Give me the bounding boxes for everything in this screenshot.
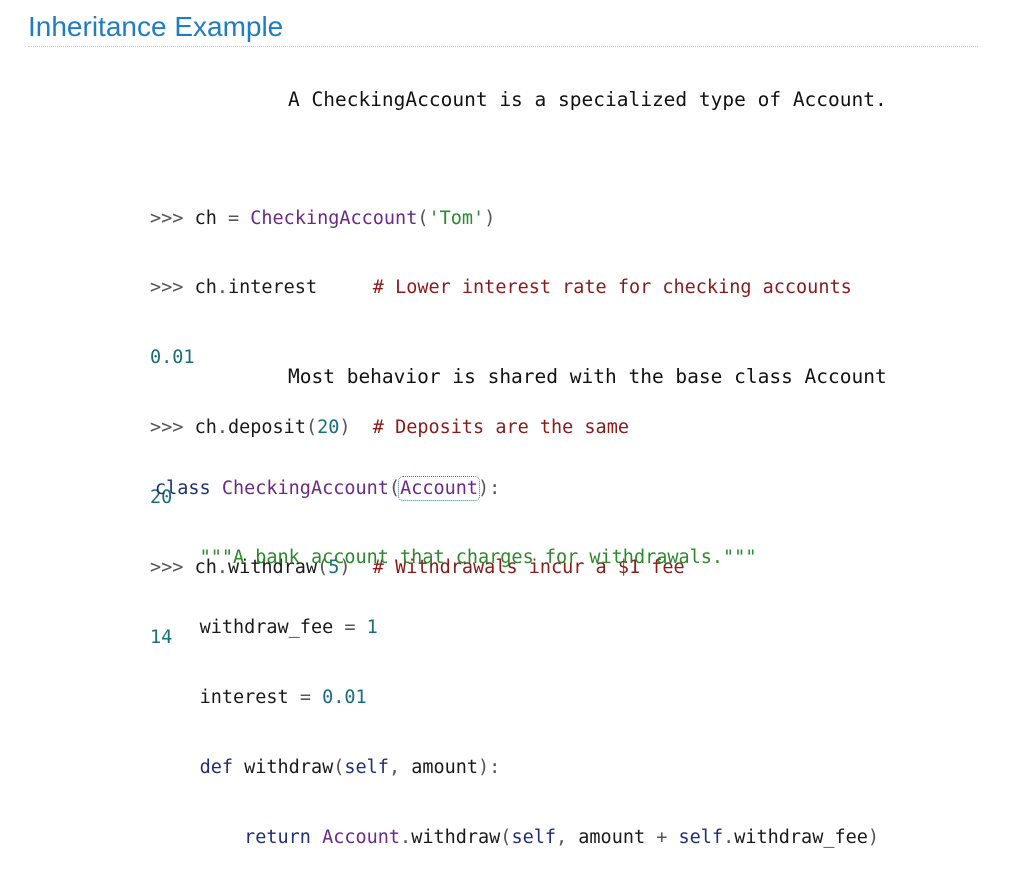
docstring-line: """A bank account that charges for withd… xyxy=(155,546,879,569)
amount-arg: amount xyxy=(578,827,646,849)
string-arg: 'Tom' xyxy=(428,207,485,229)
paren-open: ( xyxy=(500,827,512,849)
comment: # Lower interest rate for checking accou… xyxy=(372,277,852,299)
self-ref: self xyxy=(678,827,724,849)
docstring: """A bank account that charges for withd… xyxy=(199,547,757,569)
method-call: withdraw xyxy=(411,827,501,849)
title-divider xyxy=(28,46,978,47)
dot: . xyxy=(216,277,228,299)
plus-operator: + xyxy=(656,827,668,849)
comma: , xyxy=(388,757,401,779)
paren-close: ) xyxy=(484,207,496,229)
method-def-line: def withdraw(self, amount): xyxy=(155,756,879,779)
comma: , xyxy=(556,827,568,849)
self-arg: self xyxy=(511,827,556,849)
session-line-2: >>> ch.interest # Lower interest rate fo… xyxy=(150,276,852,299)
operator: = xyxy=(227,207,240,229)
operator: = xyxy=(299,687,311,709)
attribute-name: withdraw_fee xyxy=(199,617,334,639)
class-name: CheckingAccount xyxy=(250,207,418,229)
number-value: 1 xyxy=(366,617,378,639)
caption-top: A CheckingAccount is a specialized type … xyxy=(288,88,887,111)
method-name: withdraw xyxy=(244,757,334,779)
variable: ch xyxy=(194,207,217,229)
dot: . xyxy=(723,827,735,849)
keyword-return: return xyxy=(244,827,311,849)
base-class-highlight: Account xyxy=(398,475,481,501)
paren-close: ): xyxy=(478,757,501,779)
paren-open: ( xyxy=(388,477,401,499)
operator: = xyxy=(344,617,356,639)
attribute: interest xyxy=(227,277,318,299)
keyword-class: class xyxy=(155,477,211,499)
caption-bottom: Most behavior is shared with the base cl… xyxy=(288,365,887,388)
paren-open: ( xyxy=(333,757,345,779)
class-name: CheckingAccount xyxy=(221,477,389,499)
interest-line: interest = 0.01 xyxy=(155,686,879,709)
return-line: return Account.withdraw(self, amount + s… xyxy=(155,826,879,849)
fee-line: withdraw_fee = 1 xyxy=(155,616,879,639)
class-definition: class CheckingAccount(Account): """A ban… xyxy=(155,430,879,873)
base-class-ref: Account xyxy=(322,827,401,849)
fee-attribute: withdraw_fee xyxy=(734,827,868,849)
paren-close: ): xyxy=(478,477,501,499)
class-header-line: class CheckingAccount(Account): xyxy=(155,475,879,501)
paren-open: ( xyxy=(417,207,429,229)
object: ch xyxy=(194,277,217,299)
prompt: >>> xyxy=(150,277,184,299)
paren-close: ) xyxy=(867,827,880,849)
prompt: >>> xyxy=(150,207,184,229)
param-name: amount xyxy=(411,757,479,779)
session-line-1: >>> ch = CheckingAccount('Tom') xyxy=(150,207,852,230)
attribute-name: interest xyxy=(199,687,289,709)
slide-title: Inheritance Example xyxy=(28,11,284,42)
self-param: self xyxy=(344,757,389,779)
dot: . xyxy=(400,827,412,849)
number-value: 0.01 xyxy=(322,687,367,709)
keyword-def: def xyxy=(199,757,233,779)
